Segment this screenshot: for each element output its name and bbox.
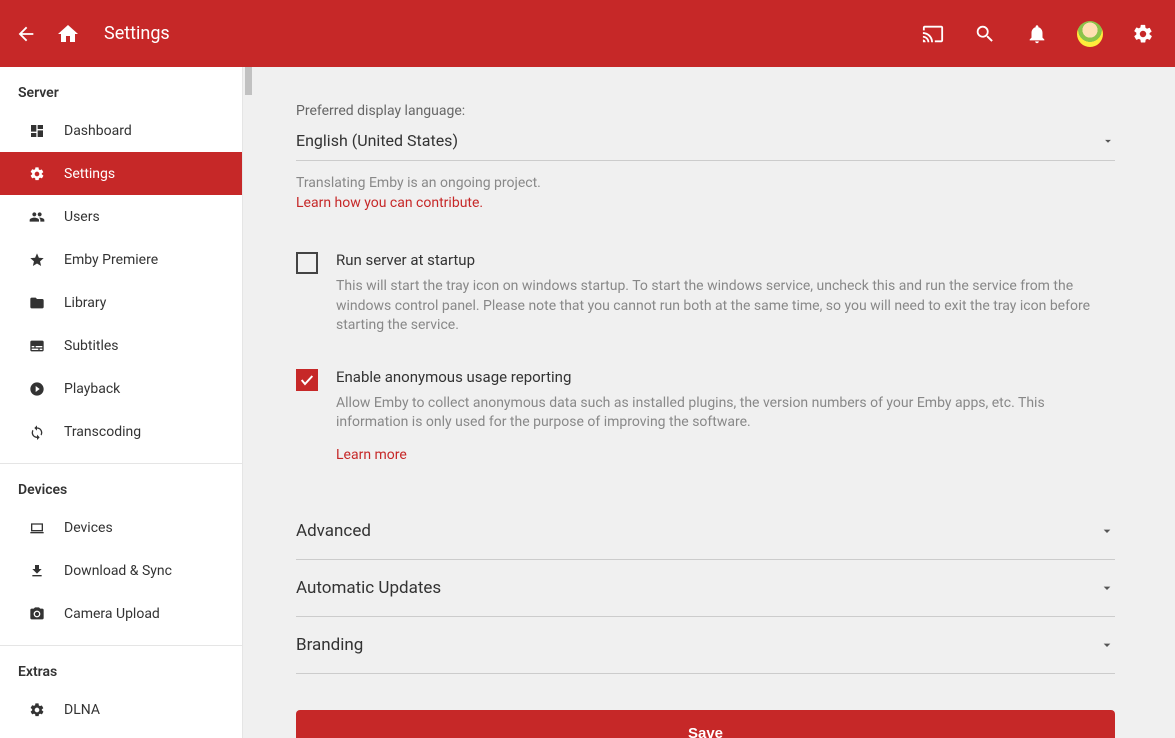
sidebar-item-label: Library: [64, 295, 106, 311]
startup-check-row: Run server at startup This will start th…: [296, 251, 1115, 336]
chevron-down-icon: [1099, 523, 1115, 539]
section-automatic-updates[interactable]: Automatic Updates: [296, 560, 1115, 617]
search-icon: [974, 23, 996, 45]
sidebar-item-label: Playback: [64, 381, 120, 397]
gear-icon: [28, 165, 46, 183]
gear-icon: [28, 701, 46, 719]
settings-gear-button[interactable]: [1131, 22, 1155, 46]
language-value: English (United States): [296, 131, 458, 150]
startup-check-desc: This will start the tray icon on windows…: [336, 277, 1115, 336]
sidebar-scrollbar[interactable]: [243, 67, 254, 738]
bell-icon: [1026, 23, 1048, 45]
home-icon: [56, 22, 80, 46]
usage-check-title: Enable anonymous usage reporting: [336, 368, 1115, 386]
download-icon: [28, 562, 46, 580]
sidebar-section-server: Server: [0, 67, 242, 109]
page-title: Settings: [104, 23, 170, 44]
sidebar-item-dlna[interactable]: DLNA: [0, 688, 242, 731]
home-button[interactable]: [56, 22, 80, 46]
chevron-down-icon: [1101, 134, 1115, 148]
sidebar-section-extras: Extras: [0, 646, 242, 688]
chevron-down-icon: [1099, 580, 1115, 596]
usage-checkbox[interactable]: [296, 369, 318, 391]
section-label: Advanced: [296, 521, 371, 541]
sidebar-item-camera-upload[interactable]: Camera Upload: [0, 592, 242, 635]
cast-button[interactable]: [921, 22, 945, 46]
sidebar-item-label: Download & Sync: [64, 563, 172, 579]
section-label: Automatic Updates: [296, 578, 441, 598]
section-branding[interactable]: Branding: [296, 617, 1115, 674]
usage-check-desc: Allow Emby to collect anonymous data suc…: [336, 394, 1115, 433]
startup-check-title: Run server at startup: [336, 251, 1115, 269]
sidebar-item-label: Users: [64, 209, 100, 225]
camera-icon: [28, 605, 46, 623]
sidebar-item-label: Transcoding: [64, 424, 141, 440]
sidebar-item-settings[interactable]: Settings: [0, 152, 242, 195]
translate-contribute-link[interactable]: Learn how you can contribute.: [296, 195, 483, 211]
startup-checkbox[interactable]: [296, 252, 318, 274]
usage-learn-more-link[interactable]: Learn more: [336, 447, 407, 463]
sidebar-item-label: Devices: [64, 520, 113, 536]
star-icon: [28, 251, 46, 269]
gear-icon: [1132, 23, 1154, 45]
checkmark-icon: [299, 372, 315, 388]
language-label: Preferred display language:: [296, 103, 1115, 119]
folder-icon: [28, 294, 46, 312]
subtitles-icon: [28, 337, 46, 355]
translate-hint: Translating Emby is an ongoing project.: [296, 175, 1115, 191]
sidebar-item-users[interactable]: Users: [0, 195, 242, 238]
save-button[interactable]: Save: [296, 710, 1115, 738]
back-button[interactable]: [14, 22, 38, 46]
arrow-left-icon: [15, 23, 37, 45]
sidebar-item-playback[interactable]: Playback: [0, 367, 242, 410]
usage-check-row: Enable anonymous usage reporting Allow E…: [296, 368, 1115, 463]
sidebar: Server Dashboard Settings Users Emby Pre…: [0, 67, 243, 738]
section-advanced[interactable]: Advanced: [296, 503, 1115, 560]
sidebar-item-label: Subtitles: [64, 338, 119, 354]
chevron-down-icon: [1099, 637, 1115, 653]
sidebar-item-subtitles[interactable]: Subtitles: [0, 324, 242, 367]
user-avatar[interactable]: [1077, 21, 1103, 47]
language-select[interactable]: English (United States): [296, 127, 1115, 161]
notifications-button[interactable]: [1025, 22, 1049, 46]
sidebar-item-label: DLNA: [64, 702, 100, 718]
transcode-icon: [28, 423, 46, 441]
section-label: Branding: [296, 635, 363, 655]
sidebar-item-transcoding[interactable]: Transcoding: [0, 410, 242, 453]
device-icon: [28, 519, 46, 537]
sidebar-item-label: Settings: [64, 166, 115, 182]
sidebar-item-devices[interactable]: Devices: [0, 506, 242, 549]
search-button[interactable]: [973, 22, 997, 46]
sidebar-item-premiere[interactable]: Emby Premiere: [0, 238, 242, 281]
sidebar-item-label: Camera Upload: [64, 606, 160, 622]
topbar: Settings: [0, 0, 1175, 67]
sidebar-section-devices: Devices: [0, 464, 242, 506]
dashboard-icon: [28, 122, 46, 140]
sidebar-item-label: Dashboard: [64, 123, 132, 139]
play-icon: [28, 380, 46, 398]
sidebar-item-download-sync[interactable]: Download & Sync: [0, 549, 242, 592]
cast-icon: [922, 23, 944, 45]
sidebar-item-library[interactable]: Library: [0, 281, 242, 324]
users-icon: [28, 208, 46, 226]
main-content: Preferred display language: English (Uni…: [254, 67, 1175, 738]
sidebar-item-label: Emby Premiere: [64, 252, 158, 268]
sidebar-item-dashboard[interactable]: Dashboard: [0, 109, 242, 152]
